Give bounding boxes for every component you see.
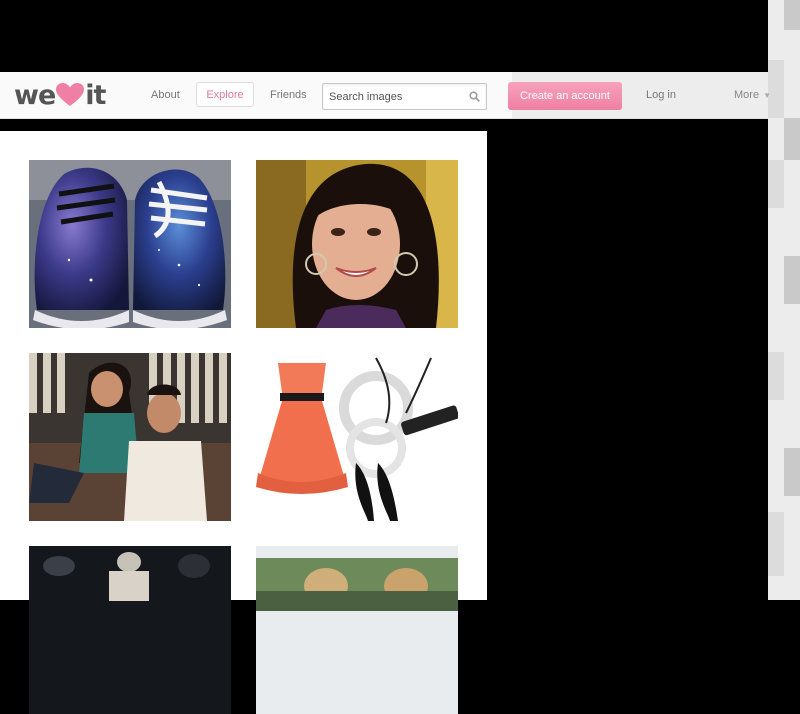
more-menu[interactable]: More ▼	[734, 89, 771, 101]
nav-explore-button[interactable]: Explore	[196, 82, 254, 107]
portrait-image	[256, 160, 458, 328]
image-thumb-outdoor-girls[interactable]	[256, 546, 458, 714]
search-input[interactable]	[323, 84, 475, 109]
outfit-image	[256, 353, 458, 521]
image-thumb-couple-couch[interactable]	[29, 353, 231, 521]
login-link[interactable]: Log in	[646, 89, 676, 101]
search-box	[322, 83, 487, 110]
scrollbar-track[interactable]	[768, 0, 800, 600]
image-feed-panel	[0, 131, 487, 714]
logo-text-it: it	[85, 79, 106, 111]
nav-about-link[interactable]: About	[151, 89, 180, 101]
more-label: More	[734, 89, 760, 101]
sneakers-image	[29, 160, 231, 328]
heart-icon	[56, 83, 85, 106]
outdoor-image	[256, 546, 458, 714]
image-thumb-smiling-girl[interactable]	[256, 160, 458, 328]
logo-text-we: we	[14, 79, 56, 111]
create-account-button[interactable]: Create an account	[508, 82, 622, 110]
weheartit-logo[interactable]: we it	[14, 79, 106, 111]
image-thumb-galaxy-sneakers[interactable]	[29, 160, 231, 328]
image-thumb-coral-dress[interactable]	[256, 353, 458, 521]
chevron-down-icon: ▼	[763, 91, 771, 100]
magnifier-icon[interactable]	[469, 91, 480, 102]
nav-friends-link[interactable]: Friends	[270, 89, 307, 101]
couple-image	[29, 353, 231, 521]
image-thumb-dark-crowd[interactable]	[29, 546, 231, 714]
crowd-image	[29, 546, 231, 714]
